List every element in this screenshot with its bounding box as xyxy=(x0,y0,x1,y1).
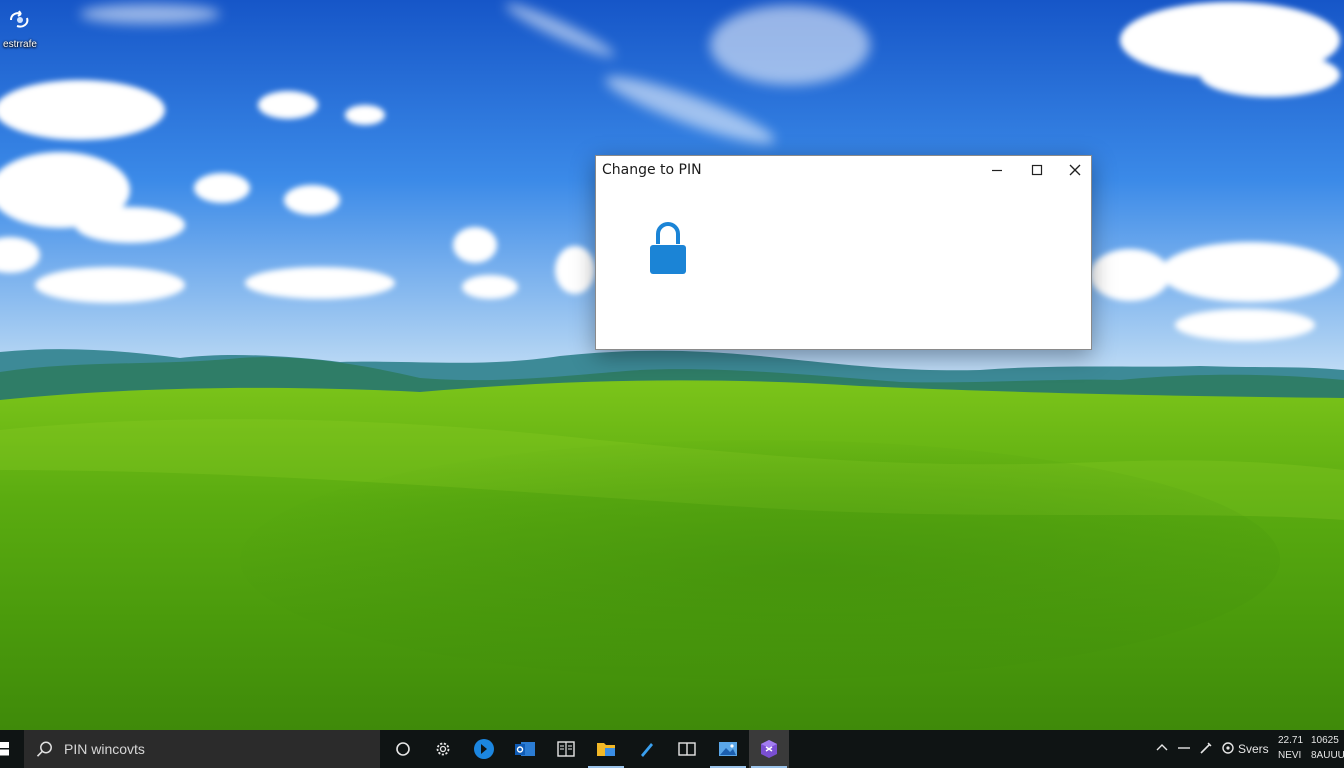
folder-icon xyxy=(597,743,615,756)
desktop-shortcut[interactable]: estrrafe xyxy=(0,6,40,62)
close-button[interactable] xyxy=(1056,156,1094,184)
wallpaper-scene xyxy=(0,0,1344,730)
taskbar-photos[interactable] xyxy=(708,730,748,768)
taskbar-cortana[interactable] xyxy=(383,730,423,768)
clock-time-1: 22.71 xyxy=(1278,735,1304,746)
close-icon xyxy=(1069,164,1081,176)
minus-icon[interactable] xyxy=(1176,740,1192,756)
news-icon xyxy=(557,741,575,757)
maximize-icon xyxy=(1031,164,1043,176)
windows-logo-icon xyxy=(0,742,9,756)
pen-icon[interactable] xyxy=(1198,740,1214,756)
taskbar-news[interactable] xyxy=(546,730,586,768)
desktop-shortcut-label: estrrafe xyxy=(3,39,37,50)
dialog-titlebar[interactable]: Change to PIN xyxy=(596,156,1091,184)
taskbar-search[interactable]: PIN wincovts xyxy=(24,730,380,768)
change-pin-dialog: Change to PIN xyxy=(595,155,1092,350)
taskbar-edge[interactable] xyxy=(464,730,504,768)
search-icon xyxy=(36,741,52,757)
network-icon[interactable] xyxy=(1220,740,1236,756)
taskbar-file-explorer[interactable] xyxy=(586,730,626,768)
start-button[interactable] xyxy=(0,730,22,768)
taskbar-pen[interactable] xyxy=(627,730,667,768)
cube-icon xyxy=(761,740,777,758)
clock-date-1: NEVI xyxy=(1278,750,1302,761)
book-icon xyxy=(678,742,696,756)
pen-icon xyxy=(641,743,653,757)
taskbar-outlook[interactable] xyxy=(505,730,545,768)
clock-date-2: 8AUUUU xyxy=(1311,750,1344,761)
image-icon xyxy=(719,742,737,756)
mail-icon xyxy=(515,742,535,756)
taskbar-app-purple[interactable] xyxy=(749,730,789,768)
minimize-button[interactable] xyxy=(978,156,1016,184)
taskbar-settings[interactable] xyxy=(423,730,463,768)
circle-icon xyxy=(396,742,410,756)
gear-icon xyxy=(436,742,450,756)
clock-time-2: 10625 xyxy=(1311,735,1339,746)
recycle-icon xyxy=(10,10,29,28)
lock-icon xyxy=(650,222,686,274)
taskbar-reader[interactable] xyxy=(667,730,707,768)
dialog-title: Change to PIN xyxy=(602,162,702,178)
tray-label[interactable]: Svers xyxy=(1238,742,1269,756)
edge-icon xyxy=(474,739,494,759)
desktop-wallpaper xyxy=(0,0,1344,730)
minimize-icon xyxy=(992,169,1002,172)
chevron-up-icon[interactable] xyxy=(1154,740,1170,756)
maximize-button[interactable] xyxy=(1018,156,1056,184)
taskbar: PIN wincovts Svers 22.71 NEVI 10625 8AUU… xyxy=(0,730,1344,768)
search-input[interactable]: PIN wincovts xyxy=(64,741,145,757)
